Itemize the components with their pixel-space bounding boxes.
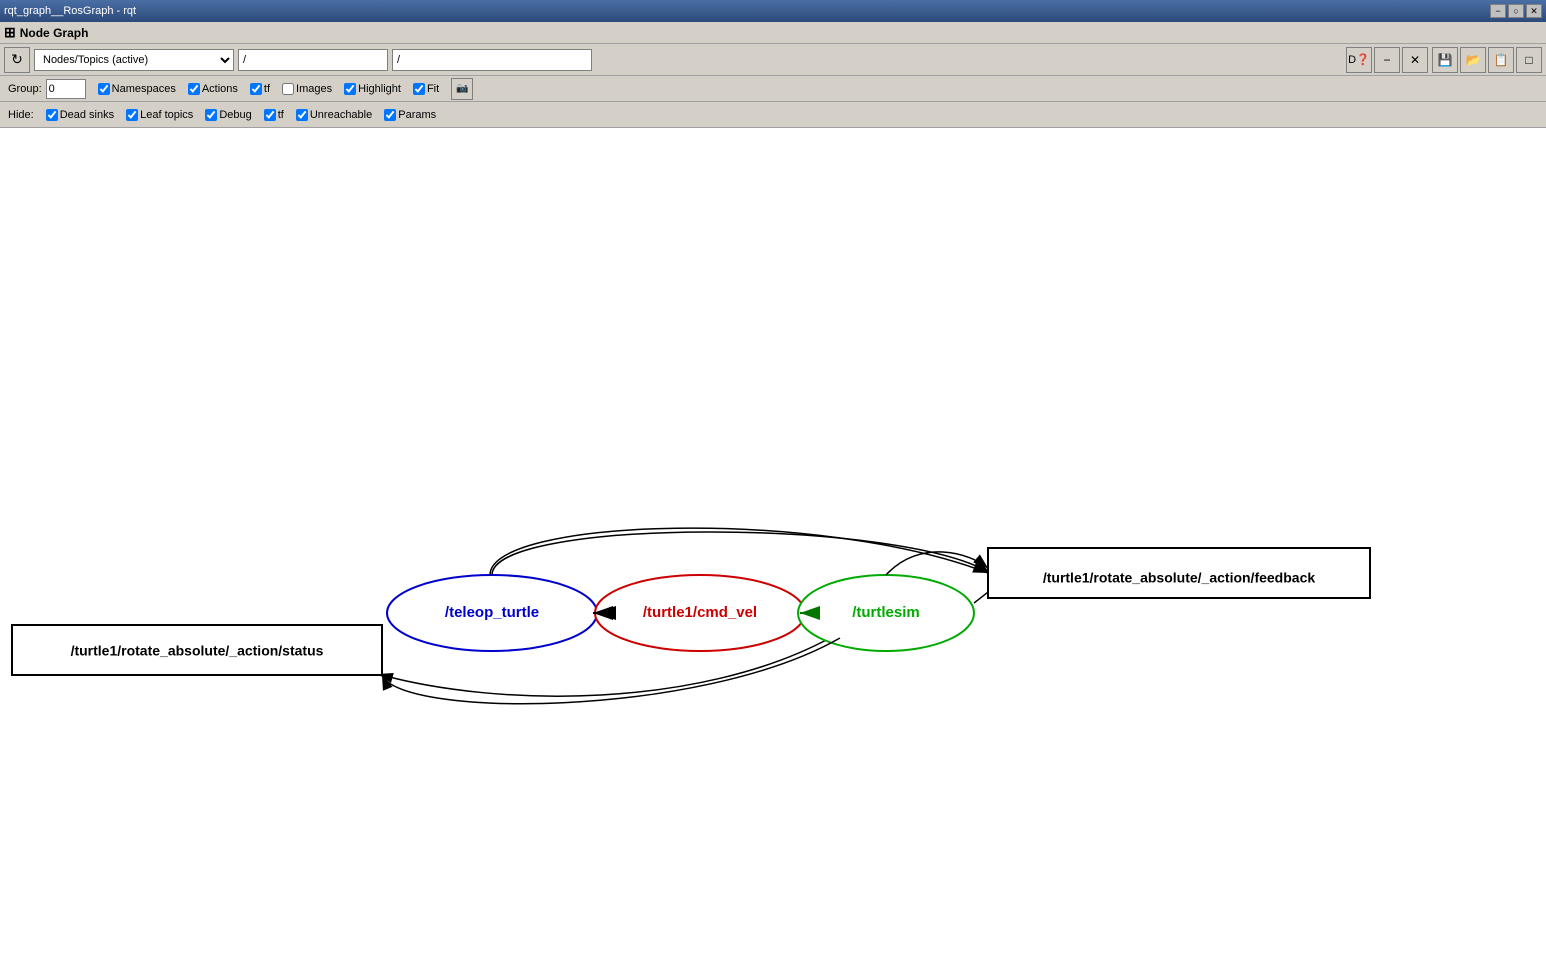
dead-sinks-checkbox[interactable] [46,109,58,121]
toolbar: ↻ Nodes/Topics (active) Nodes only Nodes… [0,44,1546,76]
node-status-label: /turtle1/rotate_absolute/_action/status [71,643,324,659]
titlebar-controls: − ○ ✕ [1490,4,1542,18]
images-label: Images [296,83,332,95]
group-option: Group: 0 [8,79,86,99]
export-button[interactable]: 📋 [1488,47,1514,73]
namespaces-label: Namespaces [112,83,176,95]
debug-checkbox[interactable] [205,109,217,121]
close-button[interactable]: ✕ [1526,4,1542,18]
fit-label: Fit [427,83,439,95]
tf-label: tf [264,83,270,95]
leaf-topics-checkbox[interactable] [126,109,138,121]
highlight-checkbox[interactable] [344,83,356,95]
params-checkbox[interactable] [384,109,396,121]
filter-input-1[interactable] [238,49,388,71]
arr-teleop-feedback [490,528,988,575]
fit-option[interactable]: Fit [413,83,439,95]
fit-checkbox[interactable] [413,83,425,95]
panel-title: Node Graph [20,26,89,40]
help-button[interactable]: D❓ [1346,47,1372,73]
minus-button[interactable]: − [1374,47,1400,73]
view-mode-dropdown[interactable]: Nodes/Topics (active) Nodes only Nodes/T… [34,49,234,71]
group-value: 0 [49,83,55,95]
unreachable-option[interactable]: Unreachable [296,109,372,121]
dead-sinks-option[interactable]: Dead sinks [46,109,114,121]
close-right-button[interactable]: ✕ [1402,47,1428,73]
namespaces-option[interactable]: Namespaces [98,83,176,95]
hide-row: Hide: Dead sinks Leaf topics Debug tf Un… [0,102,1546,128]
refresh-button[interactable]: ↻ [4,47,30,73]
load-button[interactable]: 📂 [1460,47,1486,73]
node-turtlesim-label: /turtlesim [852,604,920,621]
actions-checkbox[interactable] [188,83,200,95]
node-graph-icon: ⊞ [4,24,16,41]
debug-label: Debug [219,109,251,121]
hide-tf-option[interactable]: tf [264,109,284,121]
images-checkbox[interactable] [282,83,294,95]
canvas-area: /turtle1/rotate_absolute/_action/feedbac… [0,128,1546,965]
images-option[interactable]: Images [282,83,332,95]
refresh-icon: ↻ [11,51,23,68]
titlebar: rqt_graph__RosGraph - rqt − ○ ✕ [0,0,1546,22]
node-feedback-label: /turtle1/rotate_absolute/_action/feedbac… [1043,570,1316,586]
screenshot-button[interactable]: □ [1516,47,1542,73]
group-label: Group: [8,83,42,95]
save-button[interactable]: 💾 [1432,47,1458,73]
actions-option[interactable]: Actions [188,83,238,95]
edge-teleop-feedback [492,532,990,575]
minimize-button[interactable]: − [1490,4,1506,18]
leaf-topics-label: Leaf topics [140,109,193,121]
tf-option[interactable]: tf [250,83,270,95]
graph-canvas[interactable]: /turtle1/rotate_absolute/_action/feedbac… [0,128,1546,965]
unreachable-checkbox[interactable] [296,109,308,121]
options-row: Group: 0 Namespaces Actions tf Images Hi… [0,76,1546,102]
params-label: Params [398,109,436,121]
highlight-option[interactable]: Highlight [344,83,401,95]
arr-turtlesim-feedback [886,552,988,575]
filter-input-2[interactable] [392,49,592,71]
graph-svg: /turtle1/rotate_absolute/_action/feedbac… [0,128,1546,965]
hide-label: Hide: [8,109,34,121]
node-cmdvel-label: /turtle1/cmd_vel [643,604,757,621]
unreachable-label: Unreachable [310,109,372,121]
highlight-label: Highlight [358,83,401,95]
namespaces-checkbox[interactable] [98,83,110,95]
action-buttons: 💾 📂 📋 □ [1432,47,1542,73]
actions-label: Actions [202,83,238,95]
dead-sinks-label: Dead sinks [60,109,114,121]
toolbar-right: D❓ − ✕ [1346,47,1428,73]
titlebar-title: rqt_graph__RosGraph - rqt [4,5,136,17]
restore-button[interactable]: ○ [1508,4,1524,18]
params-option[interactable]: Params [384,109,436,121]
menubar-title: ⊞ Node Graph [4,24,88,41]
leaf-topics-option[interactable]: Leaf topics [126,109,193,121]
group-spinner[interactable]: 0 [46,79,86,99]
screenshot-small-button[interactable]: 📷 [451,78,473,100]
menubar: ⊞ Node Graph [0,22,1546,44]
node-teleop-label: /teleop_turtle [445,604,539,621]
hide-tf-label: tf [278,109,284,121]
tf-checkbox[interactable] [250,83,262,95]
debug-option[interactable]: Debug [205,109,251,121]
hide-tf-checkbox[interactable] [264,109,276,121]
